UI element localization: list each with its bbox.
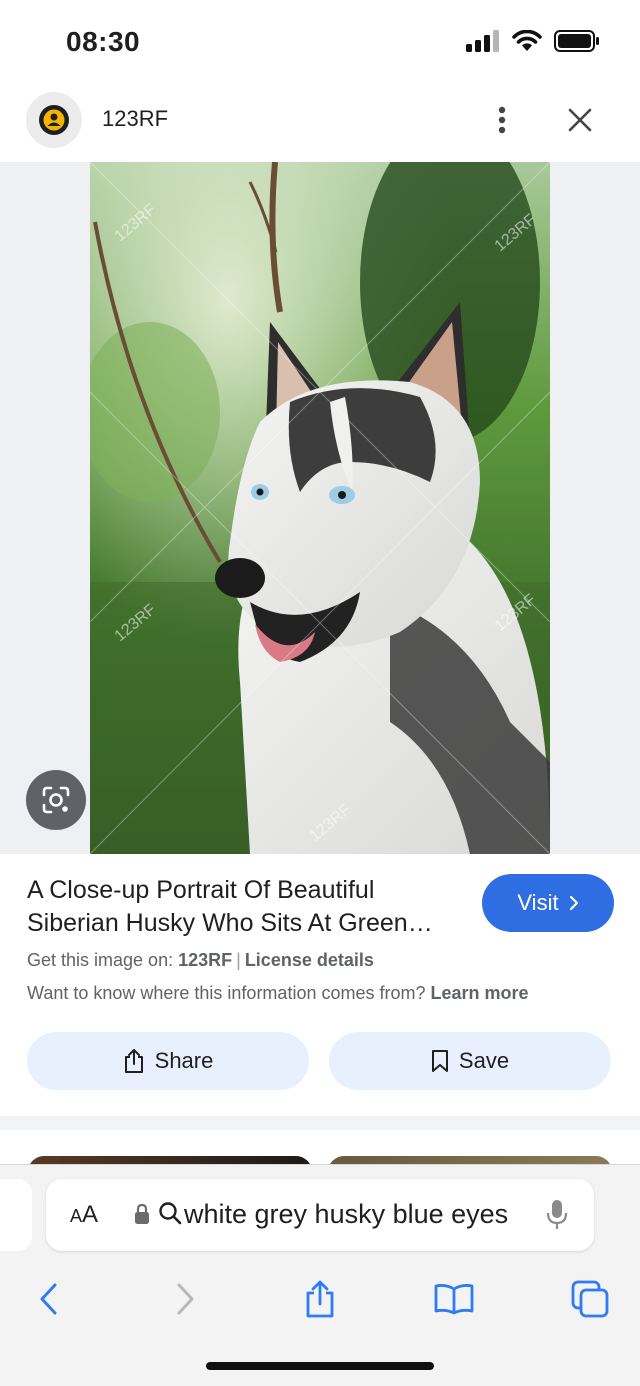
result-title[interactable]: A Close-up Portrait Of Beautiful Siberia…	[27, 874, 457, 940]
save-label: Save	[458, 1048, 510, 1073]
address-text[interactable]: white grey husky blue eyes	[184, 1199, 508, 1230]
status-icons	[466, 30, 600, 52]
share-page-button[interactable]	[296, 1275, 344, 1323]
tabs-button[interactable]	[566, 1275, 614, 1323]
husky-photo[interactable]: 123RF 123RF 123RF 123RF 123RF	[90, 162, 550, 854]
search-icon	[159, 1202, 182, 1225]
tabs-icon	[571, 1280, 609, 1318]
separator: |	[236, 950, 241, 970]
visit-label: Visit	[517, 890, 559, 915]
back-button[interactable]	[24, 1275, 72, 1323]
status-bar: 08:30	[0, 0, 640, 80]
lens-icon	[42, 786, 70, 814]
share-button[interactable]: Share	[27, 1032, 309, 1090]
status-time: 08:30	[66, 26, 141, 57]
close-icon[interactable]	[560, 100, 600, 140]
bookmarks-button[interactable]	[430, 1275, 478, 1323]
share-icon	[124, 1049, 143, 1073]
browser-bottom-bar: AA white grey husky blue eyes	[0, 1164, 640, 1386]
lens-search-button[interactable]	[26, 770, 86, 830]
learn-more-link[interactable]: Learn more	[431, 983, 529, 1003]
image-source-line: Get this image on: 123RF | License details	[27, 950, 374, 971]
home-indicator[interactable]	[206, 1362, 434, 1370]
wifi-icon	[512, 30, 542, 51]
aa-small-label: A	[70, 1206, 83, 1226]
visit-button[interactable]: Visit	[482, 874, 614, 932]
source-name[interactable]: 123RF	[102, 106, 168, 132]
get-image-prefix: Get this image on:	[27, 950, 174, 970]
aa-big-label: A	[82, 1201, 99, 1228]
page-settings-button[interactable]: AA	[70, 1201, 98, 1229]
chevron-right-icon	[177, 1283, 194, 1315]
123rf-logo-icon	[39, 105, 69, 135]
book-icon	[434, 1284, 474, 1315]
browser-toolbar	[0, 1269, 640, 1325]
bookmark-icon	[431, 1050, 448, 1072]
result-info: A Close-up Portrait Of Beautiful Siberia…	[0, 854, 640, 1116]
chevron-right-icon	[569, 895, 578, 911]
save-button[interactable]: Save	[329, 1032, 611, 1090]
source-header: 123RF	[0, 80, 640, 162]
image-preview: 123RF 123RF 123RF 123RF 123RF	[0, 162, 640, 854]
lock-icon	[135, 1203, 149, 1224]
signal-icon	[466, 30, 499, 52]
source-logo[interactable]	[26, 92, 82, 148]
info-source-line: Want to know where this information come…	[27, 983, 529, 1004]
more-options-icon[interactable]	[486, 100, 518, 140]
previous-tab-preview[interactable]	[0, 1179, 32, 1251]
share-label: Share	[154, 1048, 214, 1073]
microphone-icon[interactable]	[546, 1199, 568, 1231]
info-question: Want to know where this information come…	[27, 983, 426, 1003]
battery-icon	[554, 30, 599, 52]
section-divider	[0, 1116, 640, 1130]
image-source-link[interactable]: 123RF	[178, 950, 232, 970]
chevron-left-icon	[40, 1283, 57, 1315]
share-icon	[306, 1280, 334, 1318]
license-details-link[interactable]: License details	[245, 950, 374, 970]
address-bar[interactable]: AA white grey husky blue eyes	[46, 1179, 594, 1251]
forward-button[interactable]	[162, 1275, 210, 1323]
